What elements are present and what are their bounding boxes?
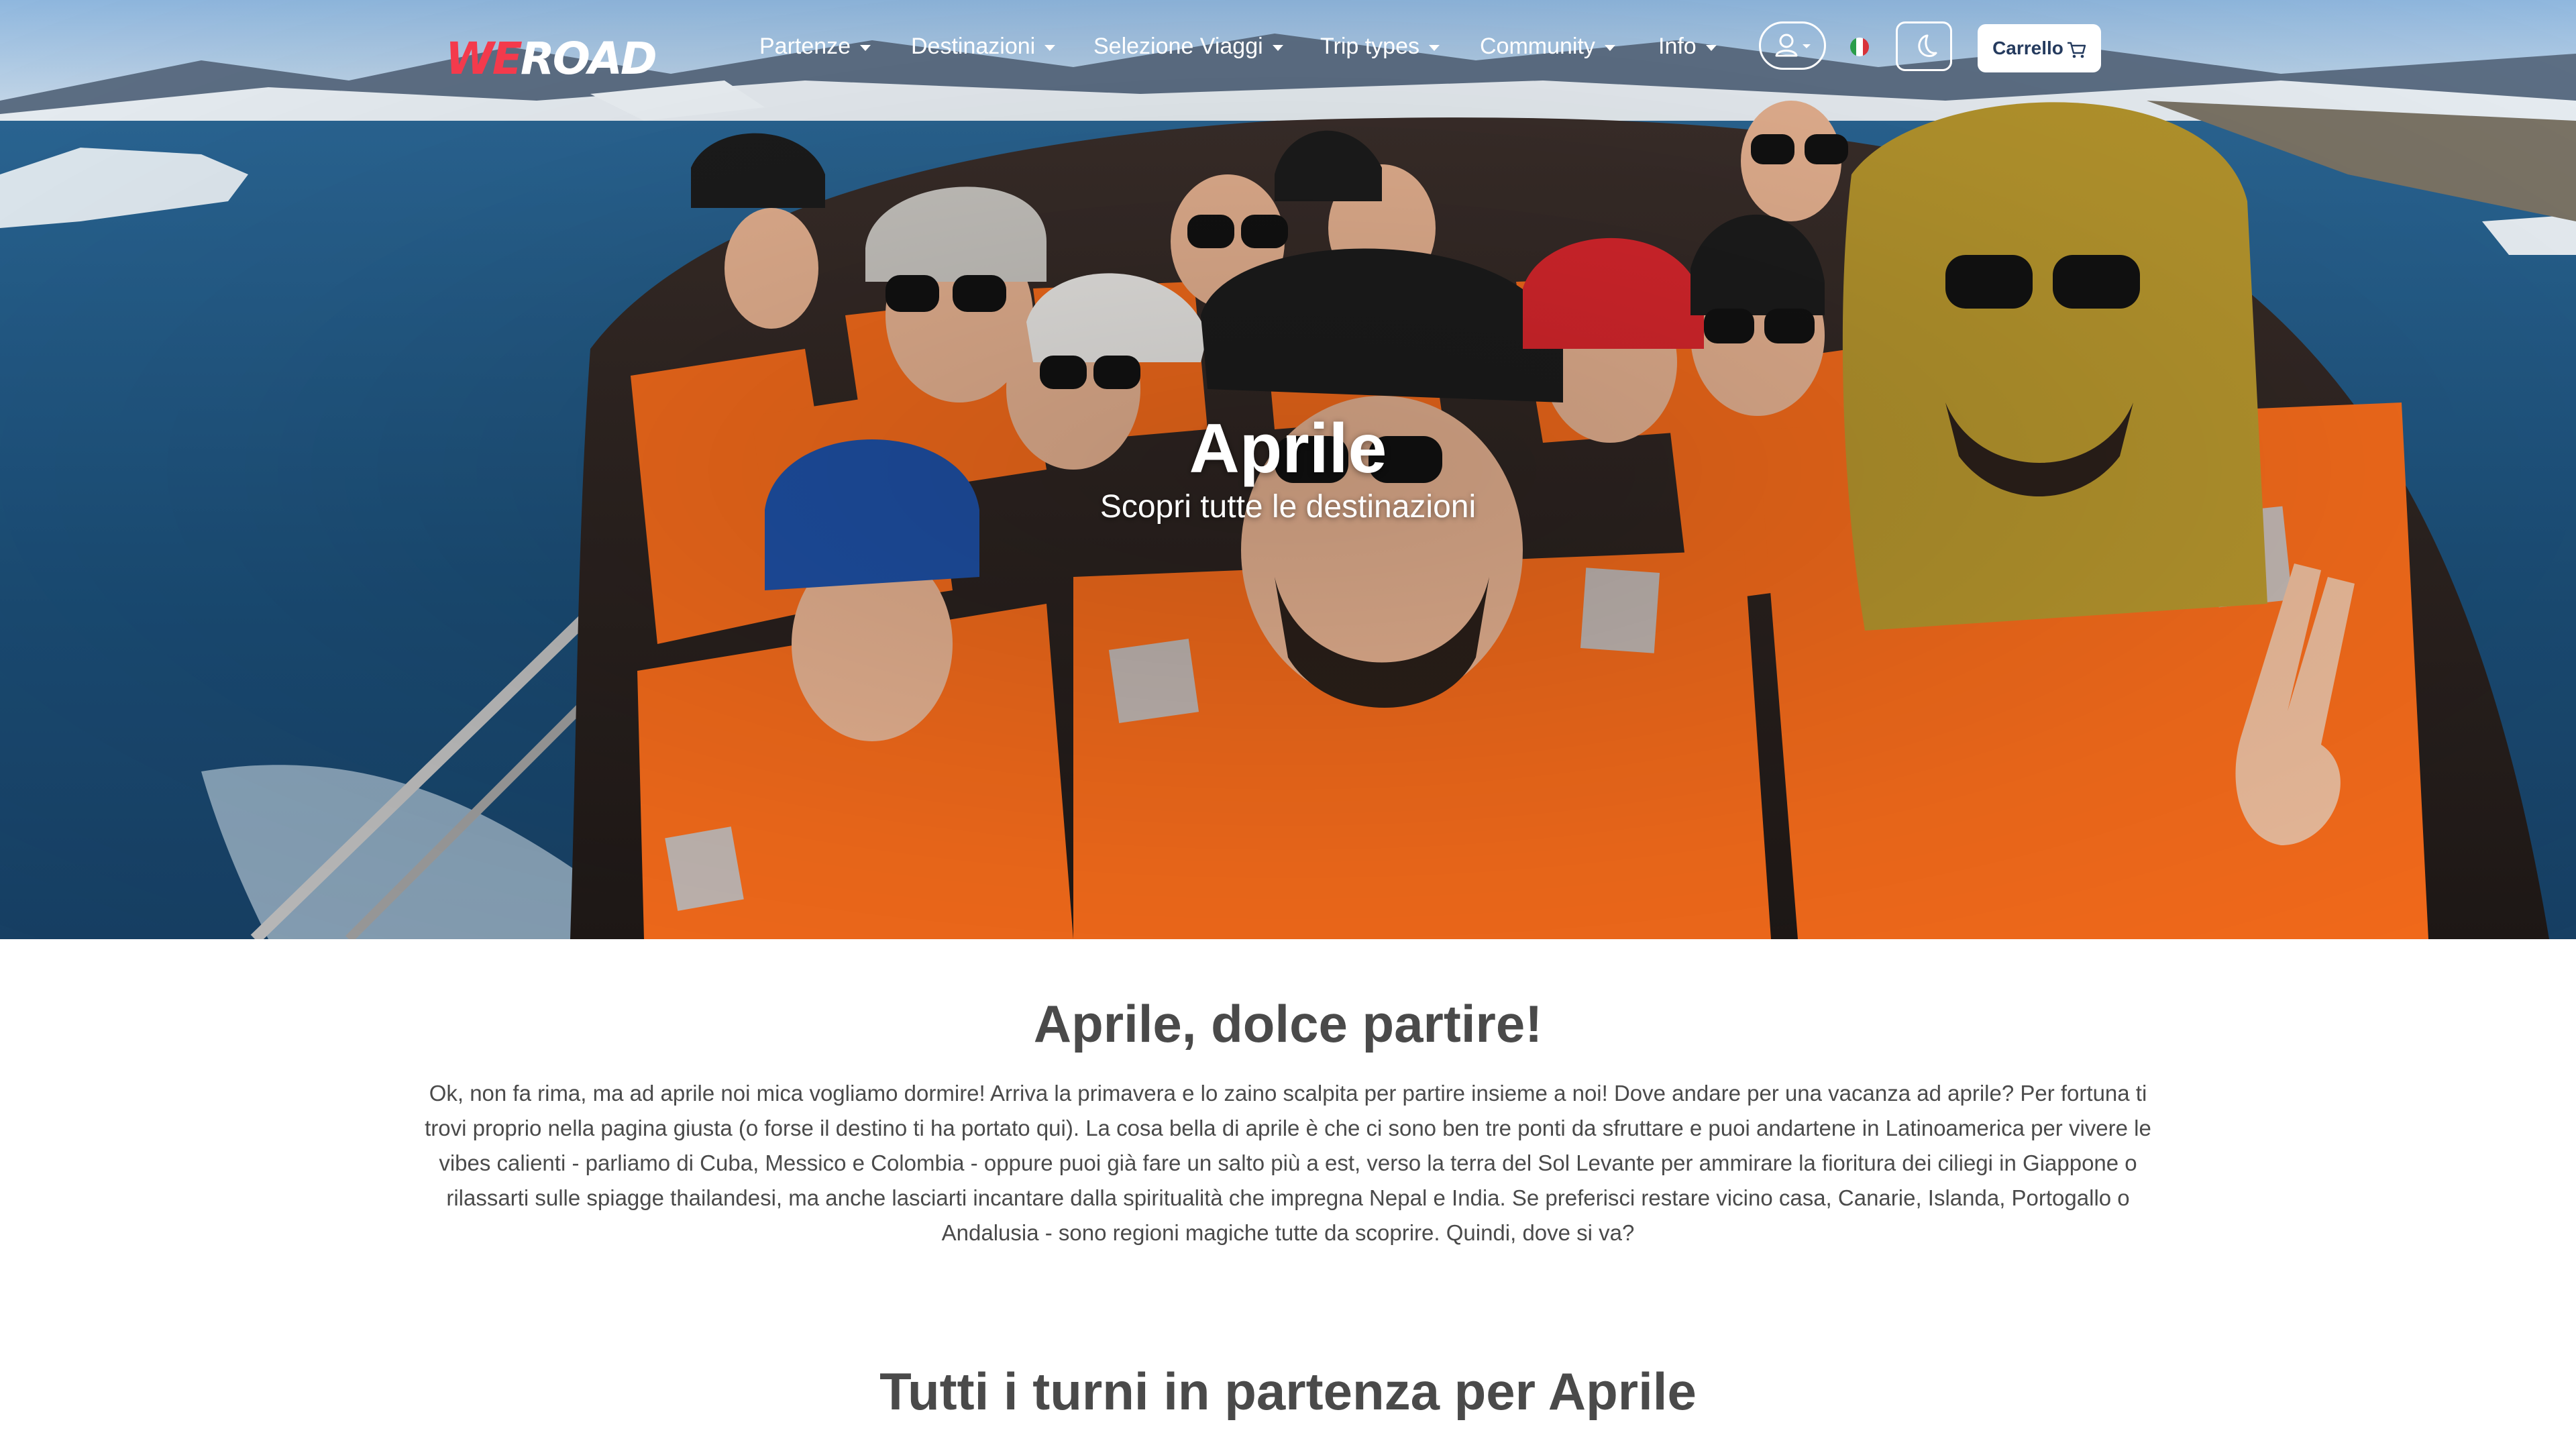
moon-icon [1918, 34, 1937, 57]
top-navigation: WEROAD Partenze Destinazioni Selezione V… [0, 0, 2576, 94]
chevron-down-icon [1044, 44, 1056, 51]
chevron-down-icon [860, 44, 871, 51]
hero-title: Aprile [1189, 410, 1387, 488]
nav-info-label: Info [1658, 34, 1697, 59]
cart-icon [2067, 42, 2086, 58]
cart-button[interactable]: Carrello [1978, 24, 2101, 72]
nav-partenze-label: Partenze [759, 34, 851, 59]
nav-community-label: Community [1480, 34, 1595, 59]
weroad-logo[interactable]: WEROAD [445, 32, 657, 86]
logo-we: WE [445, 33, 523, 85]
logo-road: ROAD [520, 33, 657, 85]
nav-selezione-viaggi[interactable]: Selezione Viaggi [1093, 30, 1283, 63]
intro-heading: Aprile, dolce partire! [1033, 994, 1543, 1053]
nav-community[interactable]: Community [1480, 30, 1615, 63]
italy-flag-icon[interactable] [1850, 38, 1869, 56]
departures-heading: Tutti i turni in partenza per Aprile [879, 1362, 1697, 1421]
nav-info[interactable]: Info [1658, 30, 1717, 63]
nav-trip-types[interactable]: Trip types [1320, 30, 1440, 63]
chevron-down-icon [1604, 44, 1615, 51]
nav-partenze[interactable]: Partenze [759, 30, 871, 63]
theme-toggle-button[interactable] [1896, 21, 1952, 71]
hero-subtitle: Scopri tutte le destinazioni [1099, 489, 1477, 525]
nav-destinazioni[interactable]: Destinazioni [911, 30, 1056, 63]
chevron-down-icon [1705, 44, 1717, 51]
user-icon [1775, 34, 1811, 57]
nav-trip-types-label: Trip types [1320, 34, 1420, 59]
cart-label: Carrello [1992, 38, 2063, 58]
nav-destinazioni-label: Destinazioni [911, 34, 1036, 59]
user-menu-button[interactable] [1759, 21, 1826, 70]
chevron-down-icon [1429, 44, 1440, 51]
nav-selezione-viaggi-label: Selezione Viaggi [1093, 34, 1263, 59]
chevron-down-icon [1272, 44, 1283, 51]
intro-paragraph: Ok, non fa rima, ma ad aprile noi mica v… [425, 1081, 2151, 1245]
